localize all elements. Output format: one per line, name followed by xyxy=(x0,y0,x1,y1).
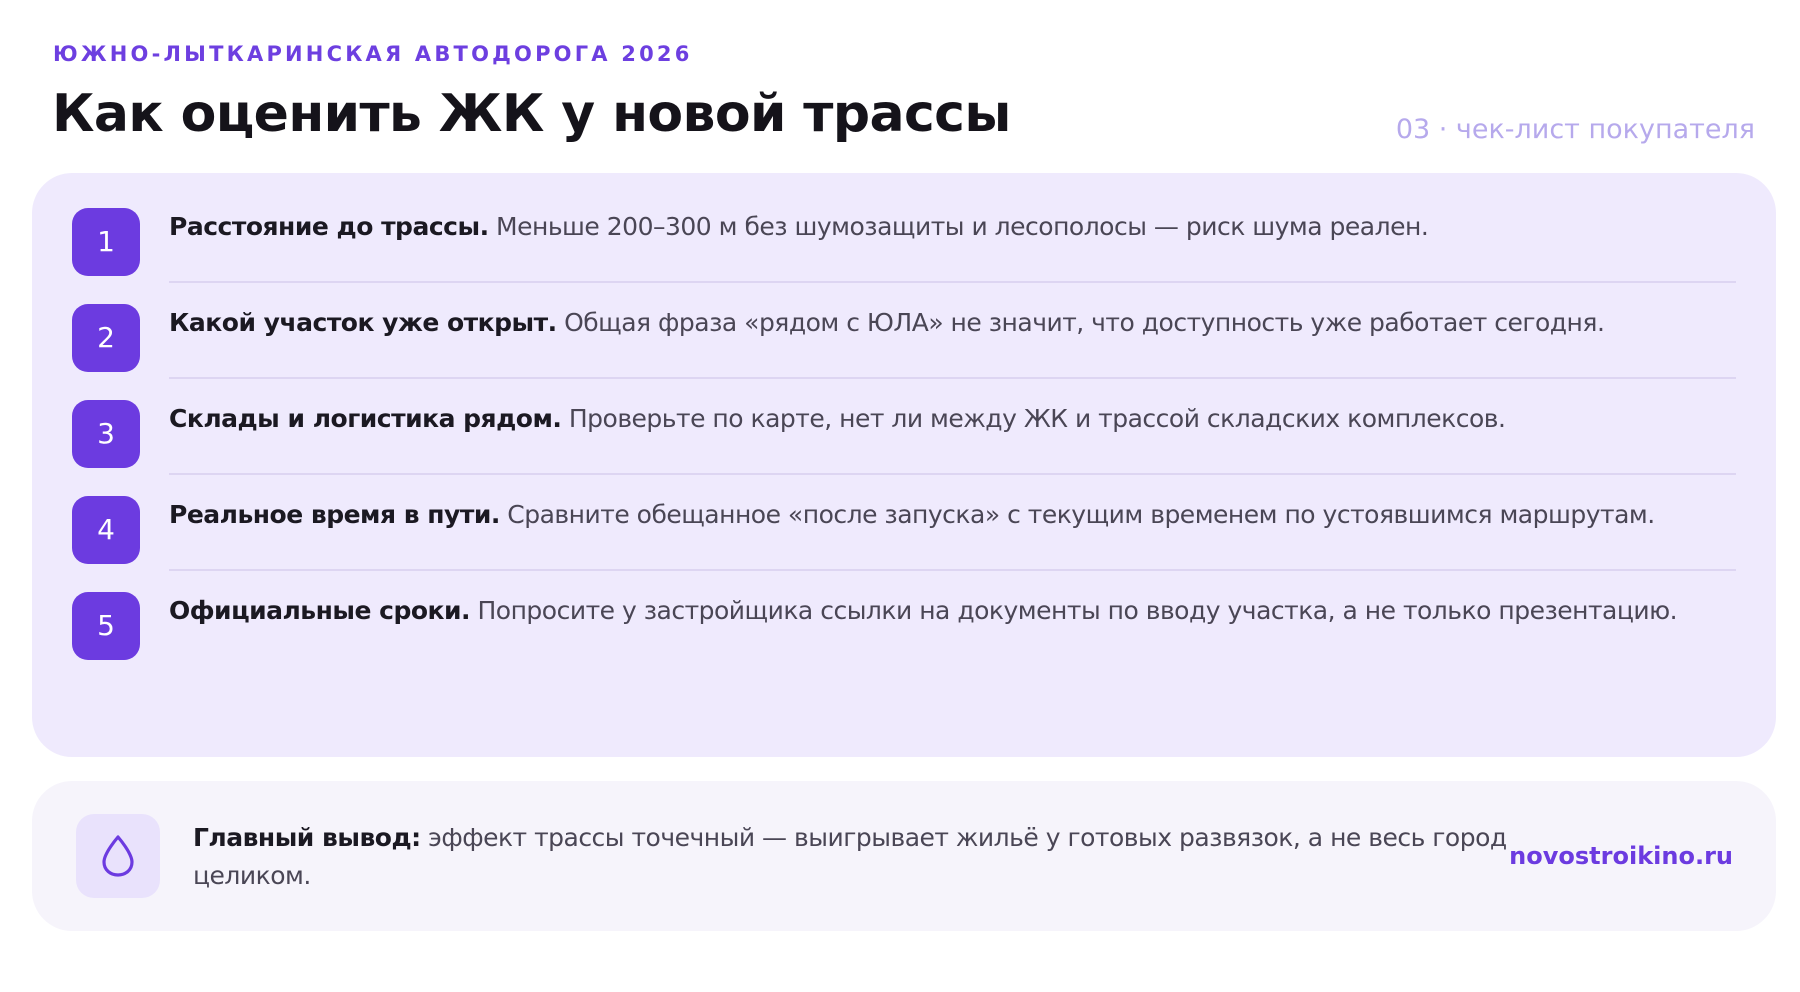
item-text: Какой участок уже открыт. Общая фраза «р… xyxy=(169,306,1736,340)
item-heading: Склады и логистика рядом. xyxy=(169,404,562,433)
item-heading: Официальные сроки. xyxy=(169,596,471,625)
checklist-item-2: 2 Какой участок уже открыт. Общая фраза … xyxy=(72,269,1736,379)
site-link[interactable]: novostroikino.ru xyxy=(1509,838,1733,874)
item-heading: Расстояние до трассы. xyxy=(169,212,489,241)
item-text: Склады и логистика рядом. Проверьте по к… xyxy=(169,402,1736,436)
item-description: Меньше 200–300 м без шумозащиты и лесопо… xyxy=(488,212,1429,241)
item-heading: Реальное время в пути. xyxy=(169,500,500,529)
item-text: Расстояние до трассы. Меньше 200–300 м б… xyxy=(169,210,1736,244)
item-heading: Какой участок уже открыт. xyxy=(169,308,557,337)
conclusion-heading: Главный вывод: xyxy=(193,823,421,852)
drop-icon xyxy=(76,814,160,898)
item-description: Попросите у застройщика ссылки на докуме… xyxy=(470,596,1678,625)
item-description: Проверьте по карте, нет ли между ЖК и тр… xyxy=(561,404,1506,433)
main-conclusion: Главный вывод: эффект трассы точечный — … xyxy=(193,819,1523,895)
page-title: Как оценить ЖК у новой трассы xyxy=(52,84,1011,144)
checklist-item-4: 4 Реальное время в пути. Сравните обещан… xyxy=(72,461,1736,571)
checklist-item-5: 5 Официальные сроки. Попросите у застрой… xyxy=(72,557,1736,667)
buyer-checklist: 1 Расстояние до трассы. Меньше 200–300 м… xyxy=(32,173,1776,757)
eyebrow-label: ЮЖНО-ЛЫТКАРИНСКАЯ АВТОДОРОГА 2026 xyxy=(53,42,693,66)
item-number-badge: 3 xyxy=(72,400,140,468)
item-description: Сравните обещанное «после запуска» с тек… xyxy=(499,500,1655,529)
item-number-badge: 5 xyxy=(72,592,140,660)
drop-icon-graphic xyxy=(102,835,134,877)
checklist-item-3: 3 Склады и логистика рядом. Проверьте по… xyxy=(72,365,1736,475)
item-number-badge: 4 xyxy=(72,496,140,564)
item-text: Реальное время в пути. Сравните обещанно… xyxy=(169,498,1736,532)
item-description: Общая фраза «рядом с ЮЛА» не значит, что… xyxy=(556,308,1605,337)
summary-panel: Главный вывод: эффект трассы точечный — … xyxy=(32,781,1776,931)
checklist-item-1: 1 Расстояние до трассы. Меньше 200–300 м… xyxy=(72,173,1736,283)
item-text: Официальные сроки. Попросите у застройщи… xyxy=(169,594,1736,628)
item-number-badge: 2 xyxy=(72,304,140,372)
item-number-badge: 1 xyxy=(72,208,140,276)
section-tagline: 03 · чек-лист покупателя xyxy=(1395,114,1755,145)
